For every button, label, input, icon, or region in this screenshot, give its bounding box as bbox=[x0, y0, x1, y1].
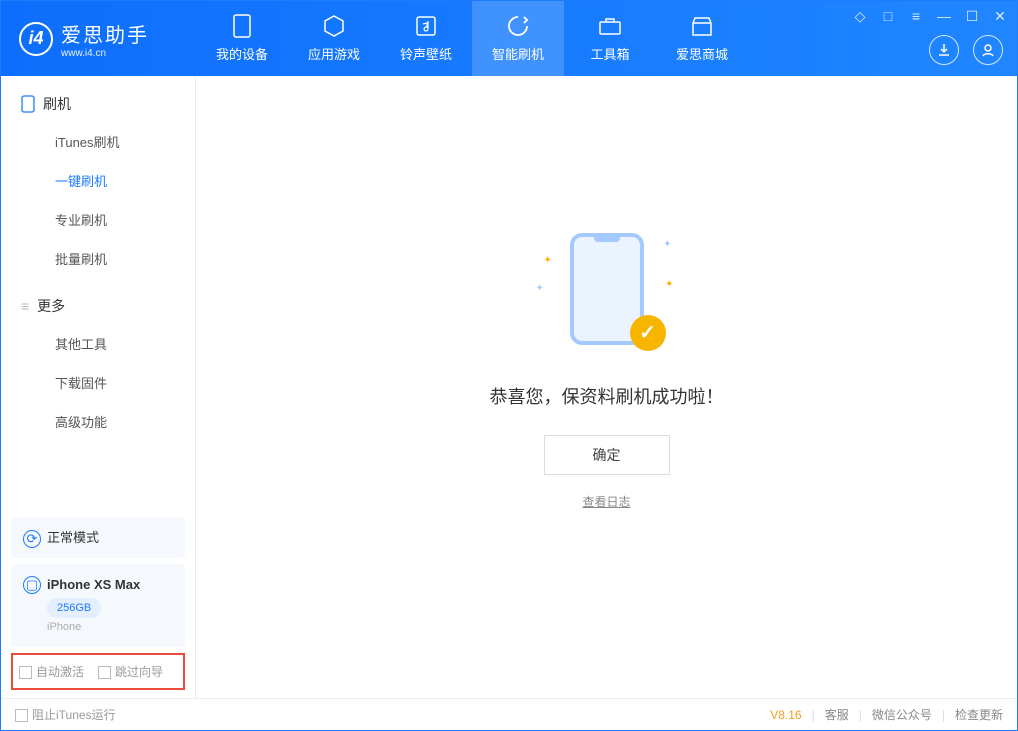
view-log-link[interactable]: 查看日志 bbox=[582, 493, 630, 510]
device-type: iPhone bbox=[23, 618, 173, 637]
mode-card[interactable]: ⟳正常模式 bbox=[11, 517, 185, 558]
device-icon: ▢ bbox=[23, 576, 41, 594]
version-label: V8.16 bbox=[770, 708, 801, 722]
tab-ringtones[interactable]: 铃声壁纸 bbox=[380, 1, 472, 76]
tab-toolbox[interactable]: 工具箱 bbox=[564, 1, 656, 76]
sidebar-item-pro-flash[interactable]: 专业刷机 bbox=[1, 200, 195, 239]
sidebar-section-more: ≡ 更多 bbox=[1, 296, 195, 324]
sidebar-item-itunes-flash[interactable]: iTunes刷机 bbox=[1, 122, 195, 161]
app-url: www.i4.cn bbox=[61, 48, 149, 59]
main-content: ✦✦✦✦ ✓ 恭喜您，保资料刷机成功啦！ 确定 查看日志 bbox=[196, 76, 1017, 698]
skip-guide-checkbox[interactable]: 跳过向导 bbox=[98, 663, 163, 680]
phone-small-icon bbox=[21, 95, 35, 113]
sidebar-item-download-fw[interactable]: 下载固件 bbox=[1, 363, 195, 402]
checkmark-icon: ✓ bbox=[630, 315, 666, 351]
device-card[interactable]: ▢ iPhone XS Max 256GB iPhone bbox=[11, 564, 185, 647]
sidebar: 刷机 iTunes刷机 一键刷机 专业刷机 批量刷机 ≡ 更多 其他工具 下载固… bbox=[1, 76, 196, 698]
auto-activate-checkbox[interactable]: 自动激活 bbox=[19, 663, 84, 680]
footer: 阻止iTunes运行 V8.16 | 客服 | 微信公众号 | 检查更新 bbox=[1, 698, 1017, 730]
menu-icon[interactable]: ≡ bbox=[907, 7, 925, 25]
close-button[interactable]: ✕ bbox=[991, 7, 1009, 25]
download-button[interactable] bbox=[929, 35, 959, 65]
window-controls: ◇ □ ≡ — ☐ ✕ bbox=[851, 7, 1009, 25]
list-icon: ≡ bbox=[21, 298, 29, 314]
header: i4 爱思助手 www.i4.cn 我的设备 应用游戏 铃声壁纸 智能刷机 工具… bbox=[1, 1, 1017, 76]
sidebar-section-flash: 刷机 bbox=[1, 94, 195, 122]
tab-my-device[interactable]: 我的设备 bbox=[196, 1, 288, 76]
toolbox-icon bbox=[598, 14, 622, 38]
sidebar-item-advanced[interactable]: 高级功能 bbox=[1, 402, 195, 441]
skin-icon[interactable]: ◇ bbox=[851, 7, 869, 25]
device-name: iPhone XS Max bbox=[47, 577, 140, 592]
tab-store[interactable]: 爱思商城 bbox=[656, 1, 748, 76]
sidebar-item-oneclick-flash[interactable]: 一键刷机 bbox=[1, 161, 195, 200]
tab-flash[interactable]: 智能刷机 bbox=[472, 1, 564, 76]
ok-button[interactable]: 确定 bbox=[544, 435, 670, 475]
refresh-icon bbox=[506, 14, 530, 38]
feedback-icon[interactable]: □ bbox=[879, 7, 897, 25]
wechat-link[interactable]: 微信公众号 bbox=[872, 706, 932, 723]
update-link[interactable]: 检查更新 bbox=[955, 706, 1003, 723]
storage-badge: 256GB bbox=[47, 598, 101, 619]
block-itunes-checkbox[interactable]: 阻止iTunes运行 bbox=[15, 706, 116, 723]
tab-apps[interactable]: 应用游戏 bbox=[288, 1, 380, 76]
app-name: 爱思助手 bbox=[61, 19, 149, 48]
main-tabs: 我的设备 应用游戏 铃声壁纸 智能刷机 工具箱 爱思商城 bbox=[196, 1, 748, 76]
logo[interactable]: i4 爱思助手 www.i4.cn bbox=[1, 19, 196, 59]
cube-icon bbox=[322, 14, 346, 38]
sidebar-item-other-tools[interactable]: 其他工具 bbox=[1, 324, 195, 363]
minimize-button[interactable]: — bbox=[935, 7, 953, 25]
maximize-button[interactable]: ☐ bbox=[963, 7, 981, 25]
phone-icon bbox=[230, 14, 254, 38]
mode-icon: ⟳ bbox=[23, 530, 41, 548]
user-button[interactable] bbox=[973, 35, 1003, 65]
service-link[interactable]: 客服 bbox=[825, 706, 849, 723]
logo-icon: i4 bbox=[19, 22, 53, 56]
success-illustration: ✦✦✦✦ ✓ bbox=[542, 225, 672, 355]
options-row: 自动激活 跳过向导 bbox=[11, 653, 185, 690]
success-message: 恭喜您，保资料刷机成功啦！ bbox=[490, 383, 724, 409]
store-icon bbox=[690, 14, 714, 38]
music-icon bbox=[414, 14, 438, 38]
sidebar-item-batch-flash[interactable]: 批量刷机 bbox=[1, 239, 195, 278]
